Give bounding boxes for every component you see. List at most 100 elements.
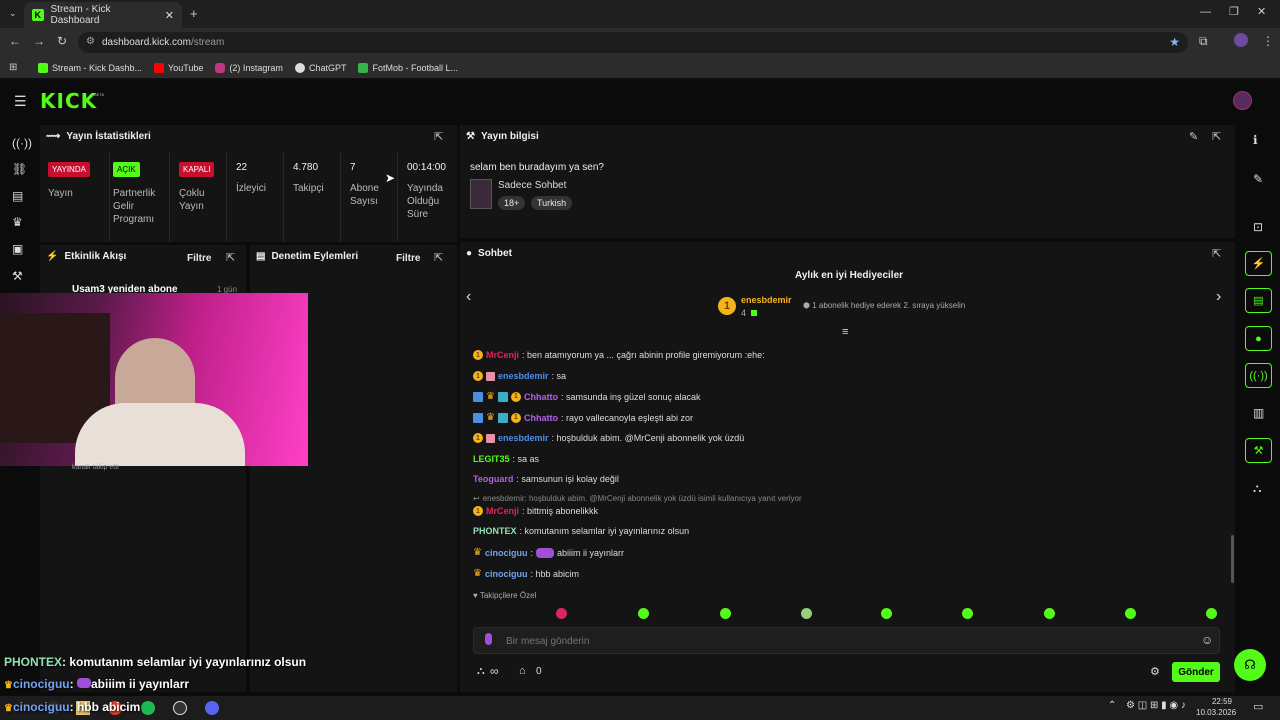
chat-message[interactable]: ♛ 1 Chhatto: samsunda inş güzel sonuç alac… bbox=[473, 391, 701, 402]
send-button[interactable]: Gönder bbox=[1172, 662, 1220, 682]
chat-message[interactable]: 1 enesbdemir: sa bbox=[473, 371, 566, 381]
chat-message[interactable]: Teoguard: samsunun işi kolay değil bbox=[473, 474, 619, 484]
emote-icon[interactable] bbox=[1206, 608, 1217, 619]
spotify-icon[interactable] bbox=[141, 701, 155, 715]
store-icon[interactable]: ⌂ bbox=[519, 665, 526, 677]
edit-pencil-icon[interactable]: ✎ bbox=[1189, 130, 1198, 143]
link-icon[interactable]: ⛓ bbox=[12, 162, 27, 176]
clock-time[interactable]: 22:59 bbox=[1204, 697, 1232, 706]
category-name[interactable]: Sadece Sohbet bbox=[498, 180, 566, 191]
multi-window-icon[interactable]: ▥ bbox=[1253, 406, 1264, 420]
popout-icon[interactable]: ⇱ bbox=[1212, 130, 1221, 143]
tray-icons[interactable]: ⚙ ◫ ⊞ ▮ ◉ ♪ bbox=[1126, 700, 1186, 711]
emote-icon[interactable] bbox=[1044, 608, 1055, 619]
bookmark-kick[interactable]: Stream - Kick Dashb... bbox=[38, 62, 142, 73]
support-headset-icon[interactable]: ☊ bbox=[1234, 649, 1266, 681]
site-info-icon[interactable]: ⚙ bbox=[86, 36, 95, 47]
emote-icon[interactable] bbox=[962, 608, 973, 619]
wrench-icon[interactable]: ⚒ bbox=[12, 269, 23, 283]
chat-message-input[interactable] bbox=[506, 632, 1186, 650]
chat-message[interactable]: ♛ cinociguu: abiiim ii yayınlarr bbox=[473, 547, 624, 558]
chat-rail-icon[interactable]: ● bbox=[1245, 326, 1272, 351]
popout-icon[interactable]: ⇱ bbox=[434, 130, 443, 143]
bookmark-youtube[interactable]: YouTube bbox=[154, 62, 203, 73]
chat-username[interactable]: LEGIT35 bbox=[473, 454, 510, 464]
popout-icon[interactable]: ⇱ bbox=[1212, 247, 1221, 260]
bookmark-fotmob[interactable]: FotMob - Football L... bbox=[358, 62, 458, 73]
new-tab-icon[interactable]: + bbox=[190, 6, 198, 21]
chat-scrollbar[interactable] bbox=[1231, 535, 1234, 583]
kick-logo[interactable]: KICK bbox=[40, 89, 97, 113]
moderation-filter-button[interactable]: Filtre bbox=[396, 253, 420, 264]
microphone-icon[interactable] bbox=[485, 633, 492, 645]
apps-grid-icon[interactable]: ⊞ bbox=[9, 62, 17, 73]
url-input[interactable]: ⚙ dashboard.kick.com/stream ★ bbox=[78, 32, 1188, 53]
broadcast-rail-icon[interactable]: ((·)) bbox=[1245, 363, 1272, 388]
chat-username[interactable]: MrCenji bbox=[486, 506, 519, 516]
bookmark-instagram[interactable]: (2) Instagram bbox=[215, 62, 283, 73]
user-avatar[interactable] bbox=[1233, 91, 1252, 110]
reload-icon[interactable]: ↻ bbox=[57, 34, 67, 48]
browser-tab[interactable]: K Stream - Kick Dashboard ✕ bbox=[24, 2, 182, 28]
emote-tab[interactable]: ♥ Takipçilere Özel bbox=[473, 591, 536, 600]
prev-arrow-icon[interactable]: ‹ bbox=[466, 288, 471, 306]
clock-date[interactable]: 10.03.2026 bbox=[1196, 708, 1236, 717]
lightning-rail-icon[interactable]: ⚡ bbox=[1245, 251, 1272, 276]
collapse-icon[interactable]: ≡ bbox=[842, 326, 848, 338]
video-icon[interactable]: ▣ bbox=[12, 242, 23, 256]
emote-icon[interactable] bbox=[556, 608, 567, 619]
chat-message[interactable]: PHONTEX: komutanım selamlar iyi yayınlar… bbox=[473, 526, 689, 536]
emote-icon[interactable] bbox=[720, 608, 731, 619]
chart-icon[interactable]: ▤ bbox=[12, 189, 23, 203]
chat-username[interactable]: cinociguu bbox=[485, 569, 528, 579]
camera-icon[interactable]: ⊡ bbox=[1253, 220, 1263, 234]
notification-icon[interactable]: ▭ bbox=[1253, 700, 1263, 713]
chat-username[interactable]: enesbdemir bbox=[498, 371, 549, 381]
info-circle-icon[interactable]: ℹ bbox=[1253, 133, 1258, 147]
tray-chevron-icon[interactable]: ⌃ bbox=[1108, 700, 1116, 711]
extensions-icon[interactable]: ⧉ bbox=[1199, 34, 1208, 49]
discord-icon[interactable] bbox=[205, 701, 219, 715]
profile-avatar-icon[interactable] bbox=[1234, 33, 1248, 47]
chat-username[interactable]: PHONTEX bbox=[473, 526, 517, 536]
points-icon[interactable]: ⛬ bbox=[477, 665, 485, 678]
emoji-icon[interactable]: ☺ bbox=[1201, 633, 1213, 647]
hamburger-menu-icon[interactable]: ☰ bbox=[14, 93, 27, 110]
chat-settings-gear-icon[interactable]: ⚙ bbox=[1150, 665, 1160, 678]
tab-search-icon[interactable]: ⌄ bbox=[9, 8, 17, 19]
chat-username[interactable]: Teoguard bbox=[473, 474, 513, 484]
chat-username[interactable]: Chhatto bbox=[524, 413, 558, 423]
chat-message[interactable]: LEGIT35: sa as bbox=[473, 454, 539, 464]
chat-message[interactable]: ♛ 1 Chhatto: rayo vallecanoyla eşleşti abi… bbox=[473, 412, 693, 423]
chat-message[interactable]: 1 MrCenji: bittmiş abonelikkk bbox=[473, 506, 598, 516]
chat-username[interactable]: enesbdemir bbox=[498, 433, 549, 443]
chat-message[interactable]: 1 MrCenji: ben atamıyorum ya ... çağrı ab… bbox=[473, 350, 765, 360]
chat-username[interactable]: MrCenji bbox=[486, 350, 519, 360]
moderation-rail-icon[interactable]: ▤ bbox=[1245, 288, 1272, 313]
bookmark-star-icon[interactable]: ★ bbox=[1169, 35, 1180, 49]
emote-icon[interactable] bbox=[638, 608, 649, 619]
chat-message[interactable]: 1 enesbdemir: hoşbulduk abim. @MrCenji ab… bbox=[473, 433, 744, 443]
next-arrow-icon[interactable]: › bbox=[1216, 288, 1221, 306]
popout-icon[interactable]: ⇱ bbox=[434, 251, 443, 264]
chat-message[interactable]: ♛ cinociguu: hbb abicim bbox=[473, 568, 579, 579]
window-close-icon[interactable]: ✕ bbox=[1257, 5, 1266, 18]
edit-icon[interactable]: ✎ bbox=[1253, 172, 1263, 186]
restore-icon[interactable]: ❐ bbox=[1229, 5, 1239, 18]
apps-icon[interactable]: ⛬ bbox=[1253, 481, 1261, 496]
browser-menu-icon[interactable]: ⋮ bbox=[1262, 34, 1274, 48]
activity-filter-button[interactable]: Filtre bbox=[187, 253, 211, 264]
chat-username[interactable]: Chhatto bbox=[524, 392, 558, 402]
back-icon[interactable]: ← bbox=[9, 34, 21, 48]
obs-icon[interactable] bbox=[173, 701, 187, 715]
emote-icon[interactable] bbox=[881, 608, 892, 619]
top-gifter-name[interactable]: enesbdemir bbox=[741, 295, 792, 305]
minimize-icon[interactable]: — bbox=[1200, 6, 1211, 18]
close-tab-icon[interactable]: ✕ bbox=[165, 9, 174, 22]
popout-icon[interactable]: ⇱ bbox=[226, 251, 235, 264]
chat-username[interactable]: cinociguu bbox=[485, 548, 528, 558]
emote-icon[interactable] bbox=[801, 608, 812, 619]
emote-icon[interactable] bbox=[1125, 608, 1136, 619]
live-icon[interactable]: ((·)) bbox=[12, 136, 32, 150]
trophy-icon[interactable]: ♛ bbox=[12, 215, 23, 229]
